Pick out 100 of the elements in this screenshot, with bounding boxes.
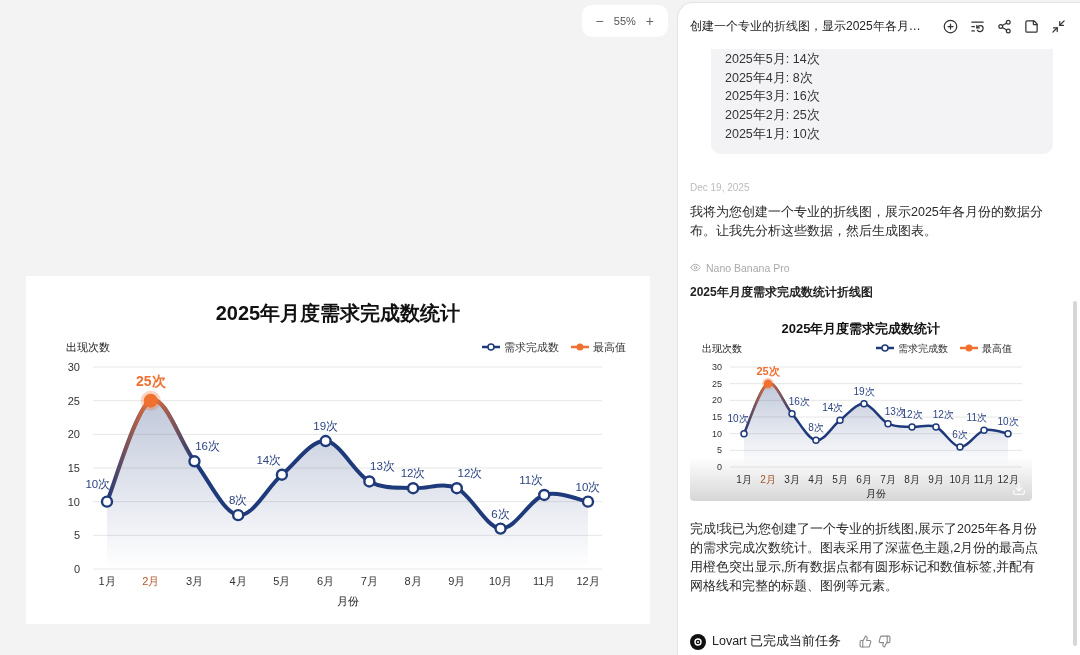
data-label: 16次 bbox=[195, 440, 220, 453]
axis-tick-label: 10 bbox=[712, 428, 722, 439]
data-point bbox=[860, 399, 868, 407]
axis-tick-label: 5 bbox=[717, 445, 722, 455]
image-title: 2025年月度需求完成数统计折线图 bbox=[690, 283, 874, 300]
axis-category-label: 4月 bbox=[229, 575, 247, 587]
message-line: 2025年3月: 16次 bbox=[725, 88, 821, 106]
axis-category-label: 10月 bbox=[488, 575, 513, 587]
message-line: 2025年1月: 10次 bbox=[725, 125, 821, 143]
axis-category-label: 12月 bbox=[997, 473, 1019, 485]
data-label: 13次 bbox=[370, 460, 395, 473]
axis-category-label: 2月 bbox=[760, 473, 776, 485]
data-label: 11次 bbox=[966, 411, 987, 423]
message-date: Dec 19, 2025 bbox=[690, 181, 751, 194]
thumbs-up-icon[interactable] bbox=[859, 635, 873, 648]
axis-category-label: 7月 bbox=[360, 575, 378, 587]
zoom-in-button[interactable]: + bbox=[645, 13, 654, 29]
data-label: 25次 bbox=[756, 364, 780, 377]
axis-category-label: 8月 bbox=[904, 473, 920, 485]
data-point bbox=[100, 495, 114, 508]
axis-tick-label: 30 bbox=[712, 361, 722, 372]
axis-category-label: 1月 bbox=[736, 473, 752, 485]
axis-tick-label: 15 bbox=[712, 411, 722, 422]
data-point bbox=[956, 442, 964, 451]
zoom-level: 55% bbox=[613, 15, 636, 27]
data-point bbox=[581, 495, 595, 508]
axis-category-label: 1月 bbox=[98, 575, 116, 587]
message-line: 2025年4月: 8次 bbox=[725, 69, 814, 87]
legend-label: 需求完成数 bbox=[504, 341, 559, 353]
chart-title: 2025年月度需求完成数统计 bbox=[781, 320, 941, 336]
axis-tick-label: 20 bbox=[67, 428, 80, 441]
axis-category-label: 4月 bbox=[808, 473, 824, 485]
axis-category-label: 5月 bbox=[832, 473, 848, 485]
data-point bbox=[538, 488, 551, 502]
data-label: 6次 bbox=[491, 507, 510, 520]
note-icon[interactable] bbox=[1024, 18, 1039, 34]
history-icon[interactable] bbox=[970, 18, 985, 34]
axis-category-label: 9月 bbox=[928, 473, 944, 485]
axis-category-label: 9月 bbox=[448, 575, 466, 587]
scrollbar[interactable] bbox=[1073, 301, 1077, 646]
model-name: Nano Banana Pro bbox=[706, 261, 790, 274]
axis-tick-label: 10 bbox=[67, 495, 80, 508]
zoom-out-button[interactable]: − bbox=[595, 13, 604, 29]
data-point bbox=[232, 508, 245, 522]
x-axis-label: 月份 bbox=[336, 595, 359, 607]
eye-icon bbox=[690, 262, 701, 273]
axis-category-label: 11月 bbox=[533, 575, 556, 587]
data-point bbox=[143, 393, 158, 408]
data-label: 10次 bbox=[997, 415, 1019, 427]
axis-tick-label: 5 bbox=[73, 529, 80, 542]
data-label: 12次 bbox=[457, 467, 483, 480]
axis-tick-label: 15 bbox=[67, 461, 80, 474]
axis-category-label: 3月 bbox=[784, 473, 800, 485]
axis-category-label: 6月 bbox=[317, 575, 335, 587]
minimize-icon[interactable] bbox=[1051, 18, 1066, 34]
data-point bbox=[319, 434, 332, 448]
axis-category-label: 6月 bbox=[856, 473, 872, 485]
data-point bbox=[363, 475, 376, 488]
axis-tick-label: 0 bbox=[717, 461, 722, 472]
data-label: 12次 bbox=[400, 467, 426, 480]
axis-category-label: 5月 bbox=[273, 575, 291, 587]
axis-tick-label: 25 bbox=[67, 394, 80, 407]
assistant-message: 完成!我已为您创建了一个专业的折线图,展示了2025年各月份的需求完成次数统计。图表采用了深蓝色主题,2月份的最高点用橙色突出显示,所有数据点都有圆形标记和数值标签,并配有网格线和完整的标题、图例等元素。 bbox=[690, 520, 1040, 595]
status-text: Lovart 已完成当前任务 bbox=[712, 633, 842, 650]
data-point bbox=[836, 416, 844, 424]
axis-tick-label: 0 bbox=[73, 562, 80, 575]
axis-category-label: 7月 bbox=[880, 473, 896, 485]
data-label: 10次 bbox=[575, 480, 601, 493]
data-point bbox=[980, 426, 988, 434]
axis-tick-label: 25 bbox=[712, 378, 722, 389]
chart-title: 2025年月度需求完成数统计 bbox=[215, 302, 461, 324]
axis-category-label: 12月 bbox=[576, 575, 600, 587]
data-point bbox=[494, 522, 507, 535]
data-point bbox=[1004, 429, 1012, 437]
data-point bbox=[406, 482, 420, 495]
data-point bbox=[908, 422, 916, 431]
data-label: 16次 bbox=[788, 395, 810, 407]
data-point bbox=[188, 455, 201, 468]
thumbs-down-icon[interactable] bbox=[878, 635, 892, 648]
y-axis-label: 出现次数 bbox=[66, 341, 110, 353]
data-label: 19次 bbox=[853, 385, 875, 397]
y-axis-label: 出现次数 bbox=[702, 342, 742, 354]
data-label: 8次 bbox=[808, 421, 824, 433]
axis-tick-label: 20 bbox=[712, 395, 722, 405]
data-point bbox=[932, 422, 940, 431]
data-point bbox=[450, 482, 463, 495]
axis-category-label: 10月 bbox=[949, 473, 971, 485]
data-point bbox=[740, 429, 748, 437]
data-label: 10次 bbox=[85, 477, 111, 490]
logo-icon bbox=[690, 633, 706, 650]
axis-category-label: 2月 bbox=[142, 575, 160, 587]
data-label: 10次 bbox=[727, 412, 749, 424]
axis-category-label: 3月 bbox=[185, 575, 203, 587]
chat-title: 创建一个专业的折线图，显示2025年各月… bbox=[690, 17, 921, 35]
data-label: 14次 bbox=[256, 453, 282, 466]
share-icon[interactable] bbox=[997, 18, 1012, 34]
data-point bbox=[884, 419, 892, 427]
new-chat-icon[interactable] bbox=[943, 18, 958, 34]
data-label: 8次 bbox=[229, 494, 248, 507]
legend-label: 需求完成数 bbox=[898, 342, 948, 354]
